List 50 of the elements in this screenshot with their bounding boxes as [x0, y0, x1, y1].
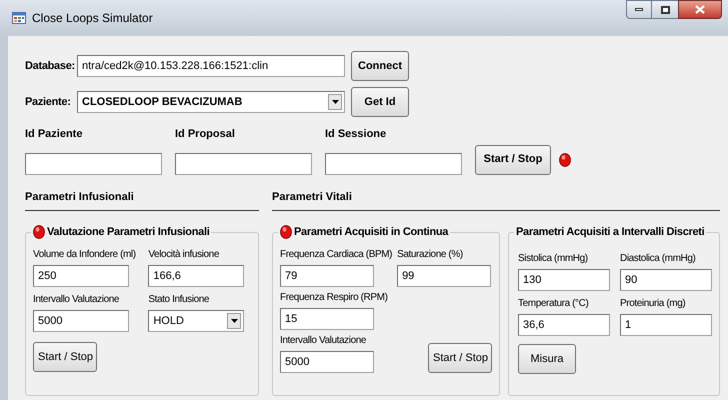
input-field[interactable]: ntra/ced2k@10.153.228.166:1521:clin — [77, 55, 345, 77]
field-label: Diastolica (mmHg) — [620, 252, 696, 266]
start-stop-button[interactable]: Start / Stop — [475, 144, 551, 174]
field-label: Paziente: — [25, 94, 71, 110]
close-icon — [695, 5, 705, 14]
field-label: Saturazione (%) — [397, 248, 464, 262]
input-field[interactable]: 99 — [397, 265, 492, 287]
close-button[interactable] — [678, 0, 722, 19]
field-label: Sistolica (mmHg) — [518, 252, 589, 266]
dropdown[interactable]: CLOSEDLOOP BEVACIZUMAB — [77, 91, 345, 113]
input-field[interactable]: 79 — [280, 265, 374, 287]
input-field[interactable]: 90 — [620, 269, 712, 291]
input-field[interactable]: 15 — [280, 308, 374, 330]
section-title: Parametri Vitali — [272, 190, 353, 204]
input-field[interactable]: 250 — [33, 265, 129, 287]
field-label: Temperatura (°C) — [518, 297, 590, 311]
input-field[interactable] — [25, 152, 162, 174]
field-label: Proteinuria (mg) — [620, 297, 686, 311]
field-label: Intervallo Valutazione — [280, 334, 368, 348]
window-title: Close Loops Simulator — [32, 10, 153, 27]
input-field[interactable]: 5000 — [33, 310, 129, 332]
section-title: Parametri Infusionali — [25, 190, 135, 204]
input-field[interactable]: 166,6 — [148, 265, 244, 287]
start-stop-button[interactable]: Start / Stop — [33, 342, 97, 372]
field-label: Frequenza Respiro (RPM) — [280, 291, 389, 305]
field-label: Id Paziente — [25, 127, 84, 142]
get-id-button[interactable]: Get Id — [351, 87, 409, 117]
input-field[interactable]: 1 — [620, 314, 712, 336]
field-label: Stato Infusione — [148, 293, 210, 307]
input-field[interactable] — [325, 152, 462, 174]
field-label: Velocità infusione — [148, 248, 220, 262]
input-field[interactable]: 36,6 — [518, 314, 610, 336]
field-label: Intervallo Valutazione — [33, 293, 120, 307]
maximize-button[interactable] — [652, 0, 678, 19]
group-title: Parametri Acquisiti in Continua — [294, 225, 448, 240]
dropdown[interactable]: HOLD — [148, 310, 244, 332]
start-stop-button[interactable]: Start / Stop — [428, 343, 492, 373]
app-icon — [12, 12, 26, 24]
misura-button[interactable]: Misura — [518, 344, 576, 374]
field-label: Frequenza Cardiaca (BPM) — [280, 248, 394, 262]
group-title: Valutazione Parametri Infusionali — [47, 225, 210, 240]
input-field[interactable]: 130 — [518, 269, 610, 291]
input-field[interactable] — [175, 152, 312, 174]
field-label: Volume da Infondere (ml) — [33, 248, 137, 262]
field-label: Id Proposal — [175, 127, 236, 142]
connect-button[interactable]: Connect — [351, 51, 409, 81]
minimize-button[interactable] — [626, 0, 652, 19]
input-field[interactable]: 5000 — [280, 351, 374, 373]
field-label: Id Sessione — [325, 127, 388, 142]
group-title: Parametri Acquisiti a Intervalli Discreti — [516, 225, 704, 240]
